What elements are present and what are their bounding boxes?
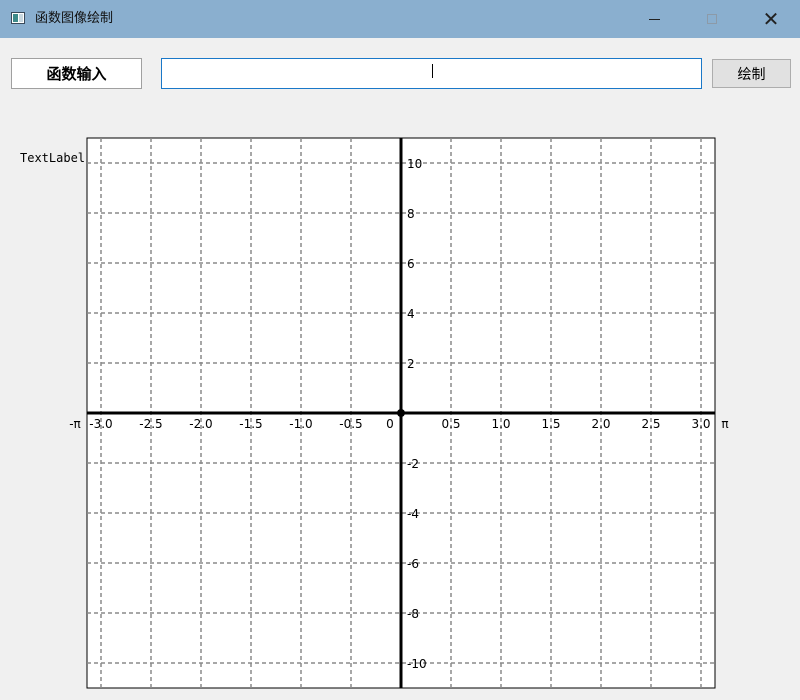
x-tick-label: -2.0 [189, 417, 212, 431]
x-tick-label: -1.5 [239, 417, 262, 431]
x-tick-label: 0 [386, 417, 394, 431]
x-tick-label: 0.5 [441, 417, 460, 431]
y-tick-label: 8 [407, 207, 415, 221]
x-tick-label: 1.5 [541, 417, 560, 431]
y-tick-label: -8 [407, 607, 419, 621]
x-tick-label: 2.0 [591, 417, 610, 431]
plot-area: -3.0 -2.5 -2.0 -1.5 -1.0 -0.5 0 0.5 1.0 1.5 2.0 2.5… [69, 137, 729, 689]
y-tick-label: -6 [407, 557, 419, 571]
x-tick-label: 1.0 [491, 417, 510, 431]
y-tick-label: 10 [407, 157, 422, 171]
y-tick-label: -2 [407, 457, 419, 471]
x-tick-label: 2.5 [641, 417, 660, 431]
x-tick-label: -3.0 [89, 417, 112, 431]
y-tick-label: 4 [407, 307, 415, 321]
x-tick-label: -0.5 [339, 417, 362, 431]
origin-point [397, 409, 405, 417]
x-min-label: -π [69, 417, 81, 431]
x-tick-label: -1.0 [289, 417, 312, 431]
x-tick-label: -2.5 [139, 417, 162, 431]
y-tick-label: 2 [407, 357, 415, 371]
x-tick-label: 3.0 [691, 417, 710, 431]
y-tick-label: -4 [407, 507, 419, 521]
text-label: TextLabel [20, 151, 86, 165]
y-tick-label: -10 [407, 657, 427, 671]
y-tick-label: 6 [407, 257, 415, 271]
x-max-label: π [721, 417, 728, 431]
